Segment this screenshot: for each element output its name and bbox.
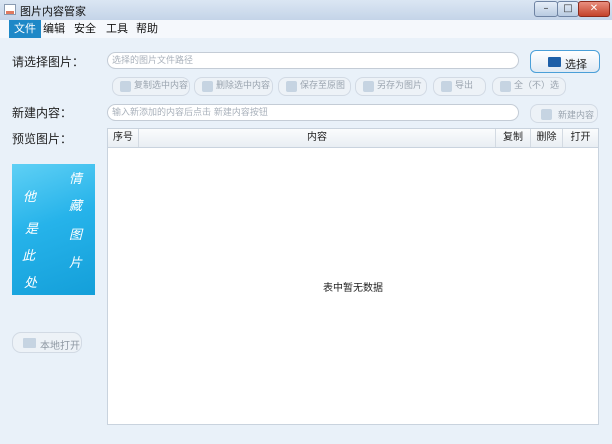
close-button[interactable]: ✕ xyxy=(578,1,610,17)
new-content-label: 新建内容： xyxy=(12,106,73,120)
preview-char: 藏 xyxy=(69,199,83,214)
select-button[interactable]: 选择 xyxy=(530,50,600,73)
save-as-button[interactable]: 另存为图片 xyxy=(355,77,427,96)
select-all-icon xyxy=(500,81,511,92)
preview-char: 图 xyxy=(69,228,83,243)
save-original-label: 保存至原图 xyxy=(300,81,346,91)
folder-icon xyxy=(548,57,561,67)
menu-file[interactable]: 文件 xyxy=(9,20,41,38)
column-copy[interactable]: 复制 xyxy=(496,129,531,147)
delete-icon xyxy=(202,81,213,92)
content-table: 序号 内容 复制 删除 打开 表中暂无数据 xyxy=(107,128,599,425)
local-open-label: 本地打开 xyxy=(40,341,80,352)
preview-char: 是 xyxy=(25,222,39,237)
export-icon xyxy=(441,81,452,92)
menu-security[interactable]: 安全 xyxy=(69,20,101,38)
save-as-label: 另存为图片 xyxy=(377,81,423,91)
add-icon xyxy=(541,109,552,120)
export-button[interactable]: 导出 xyxy=(433,77,486,96)
preview-char: 片 xyxy=(69,256,83,271)
column-delete[interactable]: 删除 xyxy=(531,129,563,147)
title-bar[interactable]: 图片内容管家 – □ ✕ xyxy=(0,0,612,21)
new-content-button[interactable]: 新建内容 xyxy=(530,104,598,123)
image-path-field[interactable] xyxy=(107,52,519,69)
preview-image: 情 藏 图 片 他 是 此 处 xyxy=(12,164,95,295)
table-header: 序号 内容 复制 删除 打开 xyxy=(108,129,598,148)
image-path-input[interactable] xyxy=(112,53,514,68)
copy-selected-label: 复制选中内容 xyxy=(134,81,189,91)
select-button-label: 选择 xyxy=(565,58,587,71)
menu-edit[interactable]: 编辑 xyxy=(38,20,70,38)
select-all-label: 全（不）选 xyxy=(514,81,560,91)
app-icon xyxy=(4,4,16,15)
empty-table-message: 表中暂无数据 xyxy=(323,283,383,294)
minimize-button[interactable]: – xyxy=(534,1,558,17)
preview-char: 他 xyxy=(23,190,37,205)
preview-label: 预览图片： xyxy=(12,132,73,146)
image-icon xyxy=(23,338,36,348)
select-all-button[interactable]: 全（不）选 xyxy=(492,77,566,96)
app-window: 图片内容管家 – □ ✕ 文件 编辑 安全 工具 帮助 请选择图片： 选择 复制… xyxy=(0,0,612,444)
column-open[interactable]: 打开 xyxy=(563,129,598,147)
new-content-input[interactable] xyxy=(112,105,514,120)
menu-help[interactable]: 帮助 xyxy=(131,20,163,38)
menu-bar: 文件 编辑 安全 工具 帮助 xyxy=(0,20,612,38)
preview-char: 此 xyxy=(22,249,36,264)
copy-selected-button[interactable]: 复制选中内容 xyxy=(112,77,190,96)
menu-tools[interactable]: 工具 xyxy=(101,20,133,38)
column-content[interactable]: 内容 xyxy=(139,129,496,147)
window-title: 图片内容管家 xyxy=(20,5,86,18)
preview-char: 情 xyxy=(69,172,83,187)
column-index[interactable]: 序号 xyxy=(108,129,139,147)
delete-selected-button[interactable]: 删除选中内容 xyxy=(194,77,273,96)
save-icon xyxy=(286,81,297,92)
delete-selected-label: 删除选中内容 xyxy=(216,81,271,91)
new-content-button-label: 新建内容 xyxy=(558,111,595,121)
maximize-icon: □ xyxy=(563,3,573,14)
maximize-button[interactable]: □ xyxy=(557,1,579,17)
minimize-icon: – xyxy=(543,3,549,14)
copy-icon xyxy=(120,81,131,92)
preview-char: 处 xyxy=(24,276,38,291)
new-content-field[interactable] xyxy=(107,104,519,121)
save-original-button[interactable]: 保存至原图 xyxy=(278,77,351,96)
close-icon: ✕ xyxy=(589,3,599,14)
local-open-button[interactable]: 本地打开 xyxy=(12,332,82,353)
select-image-label: 请选择图片： xyxy=(12,55,85,69)
export-label: 导出 xyxy=(455,81,474,91)
save-as-icon xyxy=(363,81,374,92)
